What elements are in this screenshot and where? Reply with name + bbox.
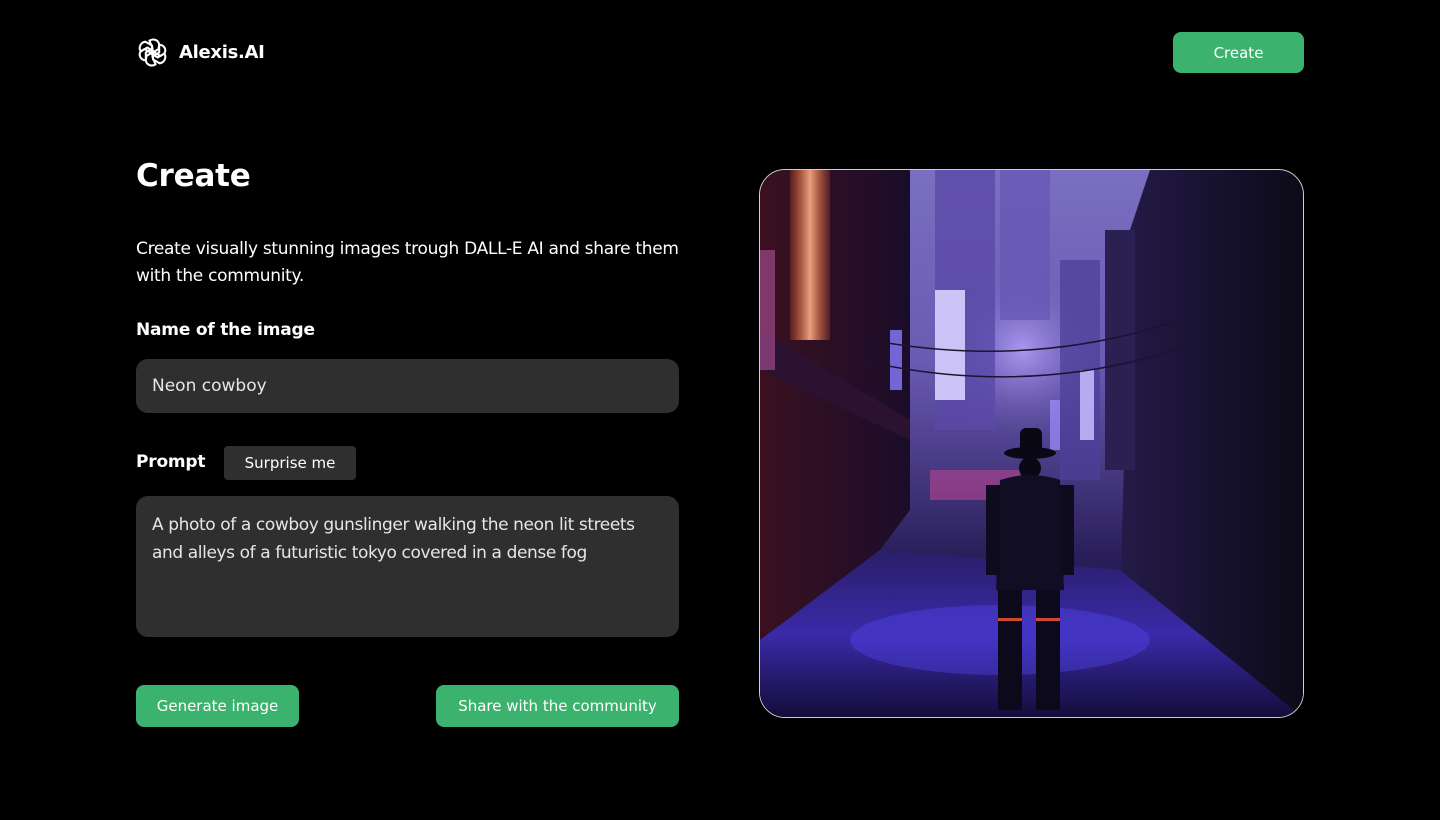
header-create-button[interactable]: Create xyxy=(1173,32,1304,73)
name-label: Name of the image xyxy=(136,320,315,340)
page-subtitle: Create visually stunning images trough D… xyxy=(136,239,679,286)
prompt-label: Prompt xyxy=(136,452,206,472)
openai-knot-icon xyxy=(138,38,167,67)
share-community-button[interactable]: Share with the community xyxy=(436,685,679,727)
generated-image-preview xyxy=(759,169,1304,718)
prompt-textarea[interactable] xyxy=(136,496,679,637)
surprise-me-button[interactable]: Surprise me xyxy=(224,446,356,480)
generate-image-button[interactable]: Generate image xyxy=(136,685,299,727)
header: Alexis.AI Create xyxy=(136,32,1304,73)
image-name-input[interactable] xyxy=(136,359,679,413)
logo[interactable]: Alexis.AI xyxy=(136,36,265,69)
generated-image xyxy=(760,170,1303,717)
page-title: Create xyxy=(136,158,251,194)
brand-name: Alexis.AI xyxy=(179,42,265,63)
